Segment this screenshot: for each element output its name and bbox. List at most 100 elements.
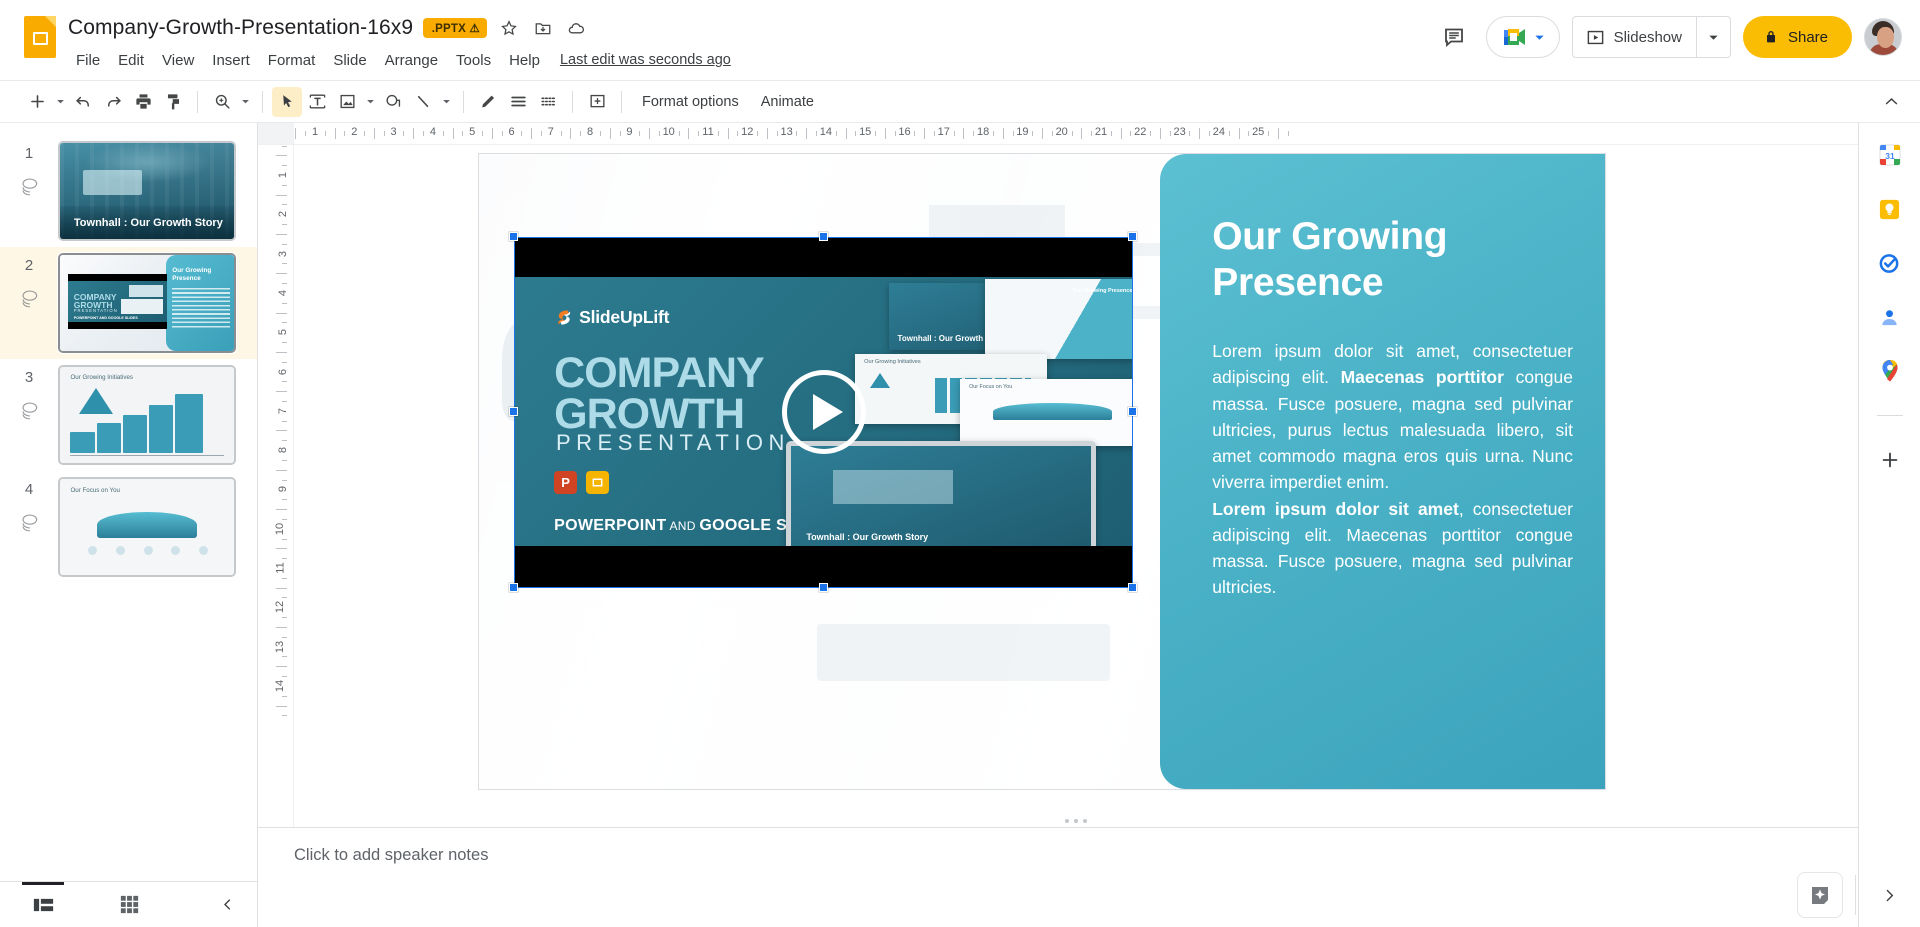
comment-history-icon[interactable] [1434,17,1474,57]
shape-button[interactable] [378,87,408,117]
cloud-saved-icon[interactable] [565,16,589,40]
resize-handle-bottom-center[interactable] [819,583,828,592]
add-ons-plus-icon[interactable] [1876,446,1904,474]
resize-handle-bottom-right[interactable] [1128,583,1137,592]
resize-handle-top-right[interactable] [1128,232,1137,241]
filmstrip-scroll[interactable]: 1 Townhall : Our Growth Story 2 [0,123,257,881]
image-caret[interactable] [362,87,378,117]
menu-insert[interactable]: Insert [204,49,258,72]
pen-button[interactable] [473,87,503,117]
v-ruler-label-7: 7 [277,408,289,414]
resize-handle-middle-right[interactable] [1128,407,1137,416]
h-ruler-tick [305,131,306,136]
explore-button[interactable] [1797,872,1843,918]
grid-view-button[interactable] [86,882,172,927]
h-ruler-tick [1042,128,1043,139]
google-tasks-icon[interactable] [1876,249,1904,277]
format-options-button[interactable]: Format options [631,88,750,116]
resize-handle-top-left[interactable] [509,232,518,241]
insert-comment-button[interactable] [582,87,612,117]
h-ruler-tick [1199,128,1200,139]
v-ruler-tick [282,421,287,422]
filmstrip-slide-1[interactable]: 1 Townhall : Our Growth Story [0,135,257,247]
toolbar-divider-4 [572,91,573,113]
h-ruler-label-23: 23 [1173,126,1185,138]
slide-thumbnail-1[interactable]: Townhall : Our Growth Story [58,141,236,241]
slide-thumbnail-2[interactable]: Our Growing Presence COMPANYGROWTH PRESE… [58,253,236,353]
v-ruler-tick [276,391,287,392]
undo-button[interactable] [68,87,98,117]
v-ruler-tick [282,244,287,245]
align-button[interactable] [503,87,533,117]
menu-bar: File Edit View Insert Format Slide Arran… [68,47,731,73]
slide-text-panel[interactable]: Our Growing Presence Lorem ipsum dolor s… [1160,154,1605,789]
filmstrip-collapse-button[interactable] [211,889,243,921]
menu-edit[interactable]: Edit [110,49,152,72]
canvas-scroll-indicator[interactable] [1065,819,1087,823]
h-ruler-tick [649,128,650,139]
v-ruler-tick [282,263,287,264]
menu-format[interactable]: Format [260,49,324,72]
print-button[interactable] [128,87,158,117]
slide-editing-stage[interactable]: Our Growing Presence Lorem ipsum dolor s… [294,145,1858,827]
paint-format-button[interactable] [158,87,188,117]
menu-help[interactable]: Help [501,49,548,72]
menu-file[interactable]: File [68,49,108,72]
current-slide-canvas[interactable]: Our Growing Presence Lorem ipsum dolor s… [478,153,1606,790]
google-meet-button[interactable] [1486,16,1560,58]
zoom-button[interactable] [207,87,237,117]
last-edit-link[interactable]: Last edit was seconds ago [560,52,731,68]
resize-handle-bottom-left[interactable] [509,583,518,592]
zoom-caret[interactable] [237,87,253,117]
select-tool-button[interactable] [272,87,302,117]
menu-view[interactable]: View [154,49,202,72]
share-button[interactable]: Share [1743,16,1852,58]
google-calendar-icon[interactable]: 31 [1876,141,1904,169]
filmstrip-slide-4[interactable]: 4 Our Focus on You [0,471,257,583]
menu-arrange[interactable]: Arrange [377,49,446,72]
slide-thumbnail-4[interactable]: Our Focus on You [58,477,236,577]
insert-image-button[interactable] [332,87,362,117]
redo-button[interactable] [98,87,128,117]
animate-button[interactable]: Animate [750,88,825,116]
vertical-ruler[interactable]: 1234567891011121314 [258,145,294,827]
line-spacing-button[interactable] [533,87,563,117]
video-play-button[interactable] [782,370,866,454]
new-slide-button[interactable] [22,87,52,117]
file-format-badge[interactable]: .PPTX ⚠ [423,18,487,38]
horizontal-ruler[interactable]: 1234567891011121314151617181920212223242… [258,123,1858,145]
embedded-video-object[interactable]: SlideUpLift COMPANY GROWTH PRESENTATION … [514,237,1133,588]
menu-slide[interactable]: Slide [325,49,374,72]
google-keep-icon[interactable] [1876,195,1904,223]
v-ruler-tick [282,322,287,323]
text-box-button[interactable] [302,87,332,117]
move-to-folder-icon[interactable] [531,16,555,40]
speaker-notes-pane[interactable]: Click to add speaker notes [258,827,1858,927]
resize-handle-middle-left[interactable] [509,407,518,416]
h-ruler-tick [541,131,542,136]
expand-panel-button[interactable] [1872,878,1906,912]
document-title[interactable]: Company-Growth-Presentation-16x9 [68,16,413,40]
filmstrip-slide-2[interactable]: 2 Our Growing Presence COMPANYGROWTH [0,247,257,359]
speaker-notes-placeholder[interactable]: Click to add speaker notes [294,846,1858,865]
google-contacts-icon[interactable] [1876,303,1904,331]
slideshow-button[interactable]: Slideshow [1573,17,1696,57]
toolbar-collapse-button[interactable] [1876,87,1906,117]
resize-handle-top-center[interactable] [819,232,828,241]
star-icon[interactable] [497,16,521,40]
h-ruler-label-22: 22 [1134,126,1146,138]
h-ruler-tick [757,131,758,136]
menu-tools[interactable]: Tools [448,49,499,72]
line-button[interactable] [408,87,438,117]
filmstrip-slide-3[interactable]: 3 Our Growing Initiatives [0,359,257,471]
line-caret[interactable] [438,87,454,117]
slideshow-options-caret[interactable] [1696,17,1730,57]
filmstrip-view-button[interactable] [0,882,86,927]
google-maps-icon[interactable] [1876,357,1904,385]
user-avatar[interactable] [1864,18,1902,56]
thumb-meta-3: 3 [0,365,58,426]
h-ruler-tick [413,128,414,139]
slide-thumbnail-3[interactable]: Our Growing Initiatives [58,365,236,465]
new-slide-caret[interactable] [52,87,68,117]
panel-body-p2-bold: Lorem ipsum dolor sit amet [1212,499,1459,519]
